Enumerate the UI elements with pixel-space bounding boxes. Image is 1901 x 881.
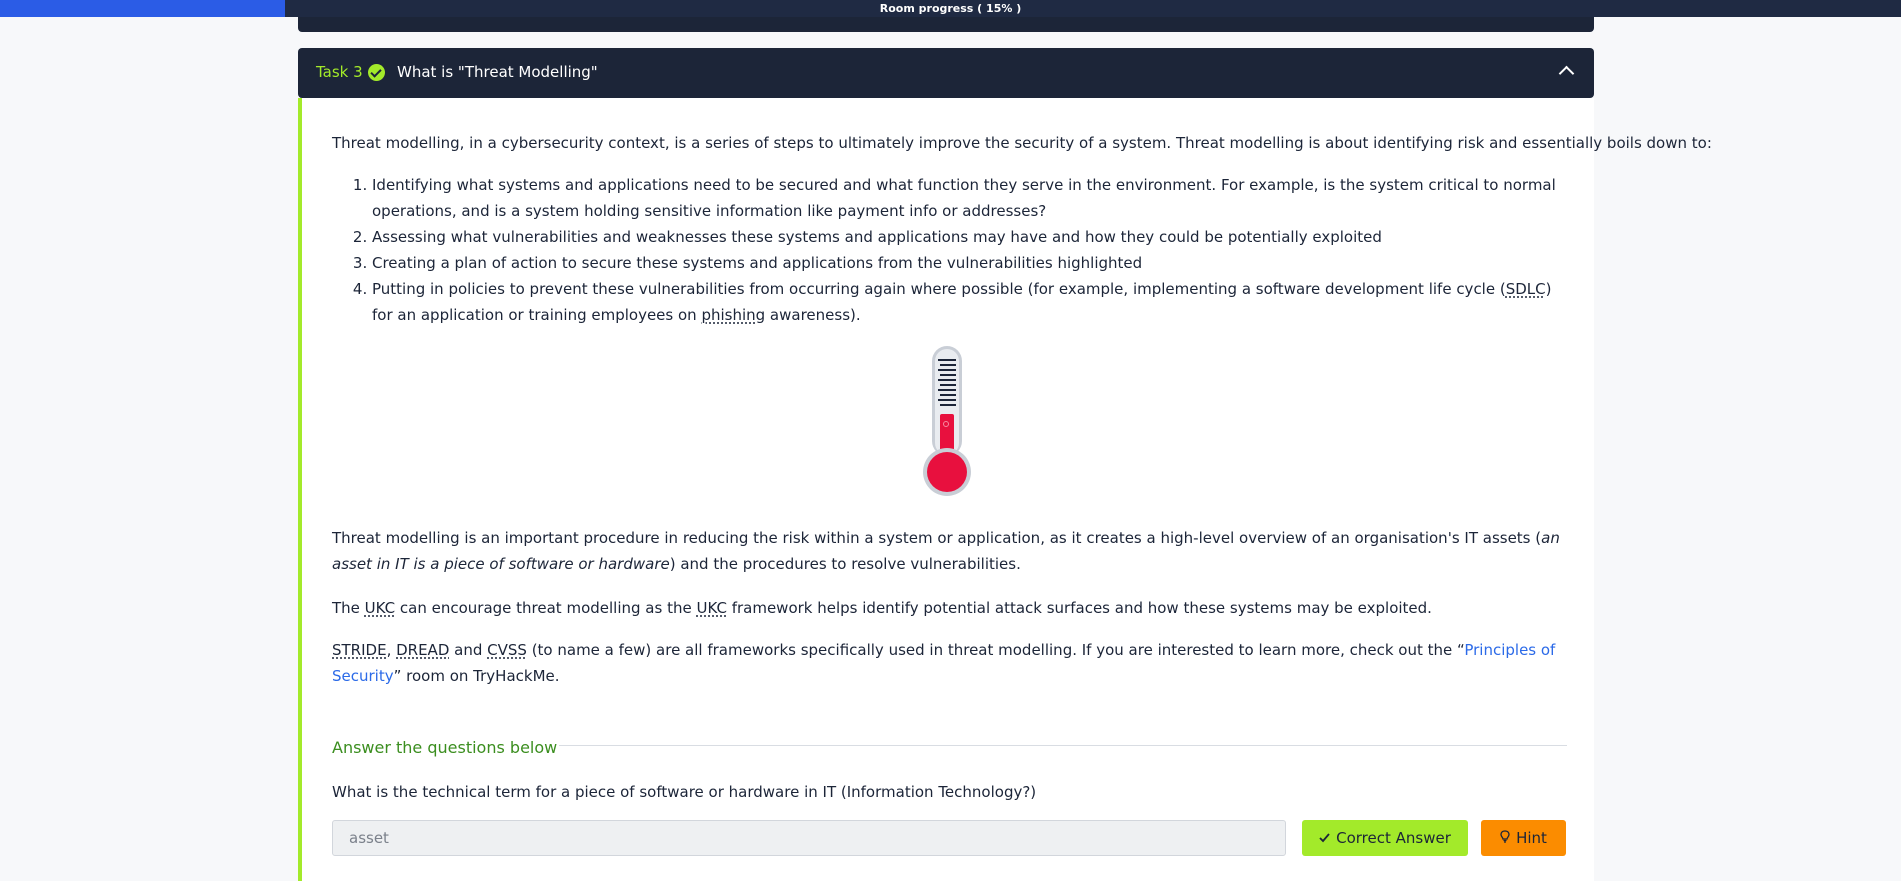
room-progress-bar: Room progress ( 15% ) [0,0,1901,17]
task-content: Threat modelling, in a cybersecurity con… [298,98,1712,881]
correct-answer-label: Correct Answer [1336,829,1451,847]
correct-answer-button[interactable]: Correct Answer [1302,820,1468,856]
abbr-ukc: UKC [364,599,396,617]
text-segment: can encourage threat modelling as the [395,599,697,617]
steps-list: Identifying what systems and application… [332,172,1567,328]
list-item: Identifying what systems and application… [372,172,1567,224]
thermometer-icon [922,346,972,498]
list-item: Creating a plan of action to secure thes… [372,250,1567,276]
divider [559,745,1567,746]
text-segment: Threat modelling is an important procedu… [332,529,1542,547]
text-segment: Putting in policies to prevent these vul… [372,280,1506,298]
paragraph-frameworks: STRIDE, DREAD and CVSS (to name a few) a… [332,637,1567,689]
task-number: Task 3 [316,63,363,81]
lightbulb-icon [1500,820,1510,856]
abbr-ukc: UKC [696,599,727,617]
abbr-sdlc: SDLC [1505,280,1546,298]
text-segment: framework helps identify potential attac… [726,599,1432,617]
chevron-up-icon[interactable] [1558,65,1575,82]
text-segment: and [449,641,488,659]
text-segment: ) and the procedures to resolve vulnerab… [669,555,1021,573]
check-icon [1319,820,1330,856]
paragraph-ukc: The UKC can encourage threat modelling a… [332,595,1432,621]
question-text: What is the technical term for a piece o… [332,783,1037,801]
answer-questions-heading: Answer the questions below [332,738,558,757]
text-segment: The [332,599,365,617]
abbr-dread: DREAD [396,641,450,659]
task-header[interactable]: Task 3 What is "Threat Modelling" [298,48,1594,98]
text-segment: , [386,641,397,659]
list-item: Putting in policies to prevent these vul… [372,276,1567,328]
intro-paragraph: Threat modelling, in a cybersecurity con… [332,134,1712,152]
abbr-phishing: phishing [701,306,766,324]
check-circle-icon [368,64,385,81]
text-segment: (to name a few) are all frameworks speci… [526,641,1465,659]
task-title: What is "Threat Modelling" [397,63,598,81]
answer-input[interactable] [332,820,1286,856]
hint-button[interactable]: Hint [1481,820,1566,856]
abbr-cvss: CVSS [487,641,527,659]
hint-label: Hint [1516,829,1547,847]
previous-task-card[interactable] [298,17,1594,32]
text-segment: awareness). [765,306,861,324]
list-item: Assessing what vulnerabilities and weakn… [372,224,1567,250]
abbr-stride: STRIDE [332,641,387,659]
paragraph-assets: Threat modelling is an important procedu… [332,525,1567,577]
text-segment: ” room on TryHackMe. [393,667,560,685]
room-progress-label: Room progress ( 15% ) [879,2,1022,15]
